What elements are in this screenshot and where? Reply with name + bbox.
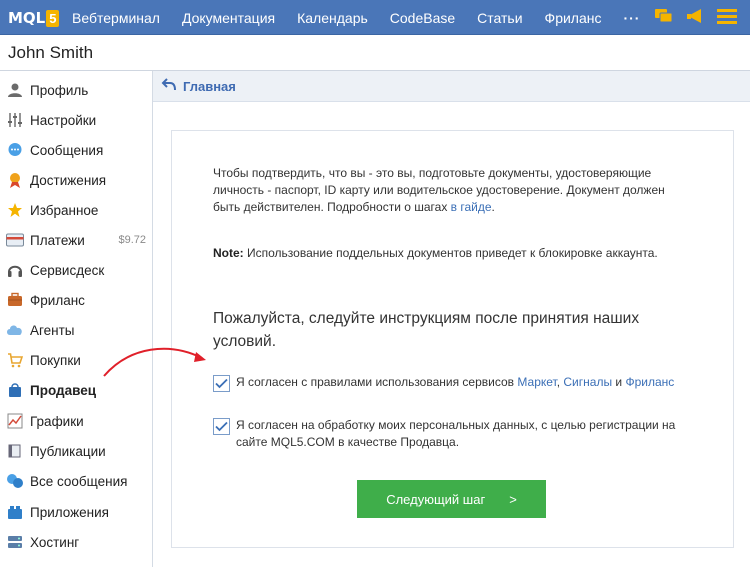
- guide-link[interactable]: в гайде: [451, 200, 492, 214]
- sidebar-item-label: Настройки: [30, 112, 97, 128]
- sidebar-item-label: Сервисдеск: [30, 262, 105, 278]
- chat-bubble-icon: [6, 141, 24, 159]
- nav-webterminal[interactable]: Вебтерминал: [72, 10, 160, 26]
- sliders-icon: [6, 111, 24, 129]
- checkmark-icon: [215, 421, 228, 432]
- sidebar-item-label: Продавец: [30, 382, 97, 398]
- sidebar-item-servicedesk[interactable]: Сервисдеск: [0, 256, 152, 284]
- sidebar-item-label: Графики: [30, 413, 84, 429]
- user-header: John Smith: [0, 35, 750, 71]
- nav-articles[interactable]: Статьи: [477, 10, 522, 26]
- instructions-heading: Пожалуйста, следуйте инструкциям после п…: [213, 310, 640, 350]
- sidebar-item-publications[interactable]: Публикации: [0, 437, 152, 465]
- intro-text: Чтобы подтвердить, что вы - это вы, подг…: [213, 166, 665, 214]
- sidebar-item-label: Избранное: [30, 202, 99, 218]
- megaphone-icon[interactable]: [686, 7, 704, 30]
- logo-text: MQL: [8, 9, 46, 27]
- sidebar-item-label: Хостинг: [30, 534, 80, 550]
- freelance-link[interactable]: Фриланс: [625, 375, 674, 389]
- sidebar-item-label: Все сообщения: [30, 473, 128, 489]
- terms-agreement-row: Я согласен с правилами использования сер…: [213, 374, 693, 392]
- cart-icon: [6, 351, 24, 369]
- intro-paragraph: Чтобы подтвердить, что вы - это вы, подг…: [213, 165, 683, 216]
- card-icon: [6, 231, 24, 249]
- logo-number: 5: [46, 9, 60, 27]
- data-processing-row: Я согласен на обработку моих персональны…: [213, 417, 693, 451]
- nav-calendar[interactable]: Календарь: [297, 10, 368, 26]
- main-nav: Вебтерминал Документация Календарь CodeB…: [72, 0, 640, 35]
- sidebar-item-label: Покупки: [30, 352, 81, 368]
- annotation-arrow-icon: [103, 347, 206, 377]
- breadcrumb-home-link[interactable]: Главная: [183, 79, 236, 94]
- sidebar-item-label: Приложения: [30, 504, 109, 520]
- conjunction: и: [615, 375, 623, 389]
- sidebar-item-messages[interactable]: Сообщения: [0, 136, 152, 164]
- sidebar-item-label: Фриланс: [30, 292, 85, 308]
- note-label: Note:: [213, 246, 244, 260]
- star-icon: [6, 201, 24, 219]
- sidebar-item-label: Сообщения: [30, 142, 104, 158]
- nav-freelance[interactable]: Фриланс: [545, 10, 602, 26]
- sidebar-item-label: Платежи: [30, 232, 85, 248]
- sidebar-item-settings[interactable]: Настройки: [0, 106, 152, 134]
- nav-more[interactable]: ···: [623, 10, 640, 26]
- terms-agreement-text: Я согласен с правилами использования сер…: [236, 374, 676, 392]
- headset-icon: [6, 261, 24, 279]
- breadcrumb: Главная: [153, 71, 750, 102]
- intro-end: .: [491, 200, 495, 214]
- next-step-button[interactable]: Следующий шаг >: [357, 480, 546, 518]
- note-paragraph: Note: Использование поддельных документо…: [213, 245, 683, 262]
- back-arrow-icon[interactable]: [161, 77, 177, 96]
- terms-checkbox[interactable]: [213, 375, 230, 392]
- server-icon: [6, 533, 24, 551]
- apps-icon: [6, 503, 24, 521]
- top-navigation-bar: MQL 5 Вебтерминал Документация Календарь…: [0, 0, 750, 35]
- sidebar: Профиль Настройки Сообщения Достижения И…: [0, 71, 153, 567]
- sidebar-item-apps[interactable]: Приложения: [0, 498, 152, 526]
- book-icon: [6, 442, 24, 460]
- medal-icon: [6, 171, 24, 189]
- note-text: Использование поддельных документов прив…: [247, 246, 658, 260]
- bag-icon: [6, 381, 24, 399]
- next-step-label: Следующий шаг: [386, 491, 486, 507]
- sidebar-item-seller[interactable]: Продавец: [0, 376, 152, 404]
- sidebar-item-payments[interactable]: Платежи $9.72: [0, 226, 152, 254]
- sidebar-item-profile[interactable]: Профиль: [0, 76, 152, 104]
- nav-documentation[interactable]: Документация: [182, 10, 275, 26]
- menu-icon[interactable]: [716, 7, 738, 30]
- sidebar-item-label: Профиль: [30, 82, 89, 98]
- sidebar-item-charts[interactable]: Графики: [0, 407, 152, 435]
- user-icon: [6, 81, 24, 99]
- chevron-right-icon: >: [509, 491, 517, 507]
- briefcase-icon: [6, 291, 24, 309]
- chat-icon[interactable]: [654, 7, 674, 30]
- seller-registration-card: Чтобы подтвердить, что вы - это вы, подг…: [171, 130, 734, 548]
- sidebar-item-achievements[interactable]: Достижения: [0, 166, 152, 194]
- mql5-logo[interactable]: MQL 5: [8, 8, 60, 28]
- sidebar-item-freelance[interactable]: Фриланс: [0, 286, 152, 314]
- balance-badge: $9.72: [118, 234, 146, 246]
- cloud-icon: [6, 321, 24, 339]
- signals-link[interactable]: Сигналы: [563, 375, 612, 389]
- sidebar-item-label: Публикации: [30, 443, 106, 459]
- forum-icon: [6, 472, 24, 490]
- checkmark-icon: [215, 378, 228, 389]
- separator: ,: [556, 375, 561, 389]
- terms-text: Я согласен с правилами использования сер…: [236, 375, 515, 389]
- chart-icon: [6, 412, 24, 430]
- sidebar-item-all-messages[interactable]: Все сообщения: [0, 467, 152, 495]
- data-processing-checkbox[interactable]: [213, 418, 230, 435]
- sidebar-item-label: Достижения: [30, 172, 107, 188]
- nav-codebase[interactable]: CodeBase: [390, 10, 455, 26]
- top-icons: [642, 7, 738, 30]
- data-processing-text: Я согласен на обработку моих персональны…: [236, 418, 676, 449]
- user-name: John Smith: [8, 43, 94, 62]
- sidebar-item-label: Агенты: [30, 322, 75, 338]
- sidebar-item-favorites[interactable]: Избранное: [0, 196, 152, 224]
- market-link[interactable]: Маркет: [517, 375, 556, 389]
- sidebar-item-hosting[interactable]: Хостинг: [0, 528, 152, 556]
